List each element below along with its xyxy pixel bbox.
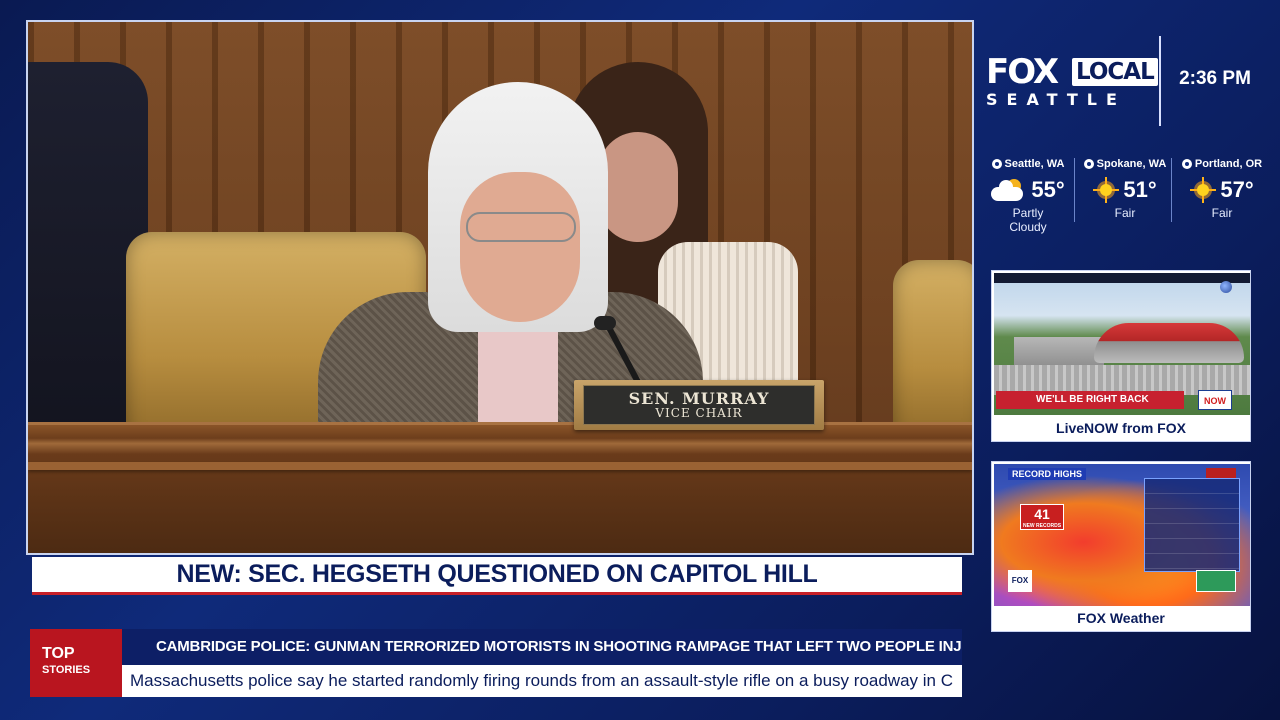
weather-strip: Seattle, WA 55° Partly Cloudy Spokane, W… <box>980 156 1270 246</box>
news-ticker: TOP STORIES CAMBRIDGE POLICE: GUNMAN TER… <box>30 629 962 697</box>
weather-temp: 55° <box>1031 177 1065 202</box>
headline-text: NEW: SEC. HEGSETH QUESTIONED ON CAPITOL … <box>176 560 818 588</box>
globe-icon <box>1220 281 1232 293</box>
weather-city: Seattle, WA <box>1004 158 1065 170</box>
record-count: 41 NEW RECORDS <box>1020 504 1064 530</box>
ticker-headline: CAMBRIDGE POLICE: GUNMAN TERRORIZED MOTO… <box>122 629 962 665</box>
weather-desc: Fair <box>1211 206 1233 220</box>
record-list <box>1144 478 1240 572</box>
weather-temp: 57° <box>1220 177 1254 202</box>
weather-portland: Portland, OR 57° Fair <box>1174 156 1270 246</box>
sun-icon <box>1190 177 1217 203</box>
nameplate: SEN. MURRAY VICE CHAIR <box>574 380 824 430</box>
weather-temp: 51° <box>1123 177 1157 202</box>
logo-city: SEATTLE <box>986 90 1126 109</box>
location-pin-icon <box>991 159 1002 169</box>
top-stories-label: TOP STORIES <box>30 629 150 697</box>
weather-city: Spokane, WA <box>1096 158 1167 170</box>
promo-weather-label[interactable]: FOX Weather <box>992 605 1250 631</box>
weather-desc: Fair <box>1114 206 1136 220</box>
promo-livenow[interactable]: WE'LL BE RIGHT BACK NOW LiveNOW from FOX <box>991 270 1251 442</box>
partly-cloudy-icon <box>991 179 1027 201</box>
promo-livenow-label[interactable]: LiveNOW from FOX <box>992 415 1250 441</box>
weather-spokane: Spokane, WA 51° Fair <box>1077 156 1173 246</box>
livenow-thumbnail[interactable]: WE'LL BE RIGHT BACK NOW <box>994 273 1250 415</box>
ticker-crawl: Massachusetts police say he started rand… <box>122 665 962 697</box>
logo-local: LOCAL <box>1072 58 1158 86</box>
headline-bar: NEW: SEC. HEGSETH QUESTIONED ON CAPITOL … <box>32 557 962 595</box>
weather-city: Portland, OR <box>1194 158 1263 170</box>
weather-map-thumbnail[interactable]: RECORD HIGHS 41 NEW RECORDS FOX <box>994 464 1250 606</box>
divider <box>1159 36 1161 126</box>
station-logo: FOX LOCAL SEATTLE <box>986 52 1158 112</box>
weather-desc: Partly Cloudy <box>1009 206 1047 234</box>
nameplate-title: VICE CHAIR <box>655 406 743 421</box>
hearing-desk <box>28 422 972 553</box>
live-now-badge: NOW <box>1198 390 1232 410</box>
leather-chair-right <box>893 260 972 440</box>
weather-map-title: RECORD HIGHS <box>1008 468 1087 480</box>
map-legend <box>1196 570 1236 592</box>
live-banner: WE'LL BE RIGHT BACK <box>996 391 1184 409</box>
weather-seattle: Seattle, WA 55° Partly Cloudy <box>980 156 1076 246</box>
glasses <box>466 212 576 242</box>
location-pin-icon <box>1181 159 1192 169</box>
nameplate-name: SEN. MURRAY <box>628 388 770 408</box>
fox-weather-logo: FOX <box>1008 570 1032 592</box>
stadium-image <box>1094 323 1244 363</box>
sun-icon <box>1093 177 1120 203</box>
video-feed: SEN. MURRAY VICE CHAIR <box>26 20 974 555</box>
promo-fox-weather[interactable]: RECORD HIGHS 41 NEW RECORDS FOX FOX Weat… <box>991 461 1251 632</box>
logo-fox: FOX <box>986 52 1059 92</box>
clock: 2:36 PM <box>1179 68 1251 89</box>
location-pin-icon <box>1083 159 1094 169</box>
